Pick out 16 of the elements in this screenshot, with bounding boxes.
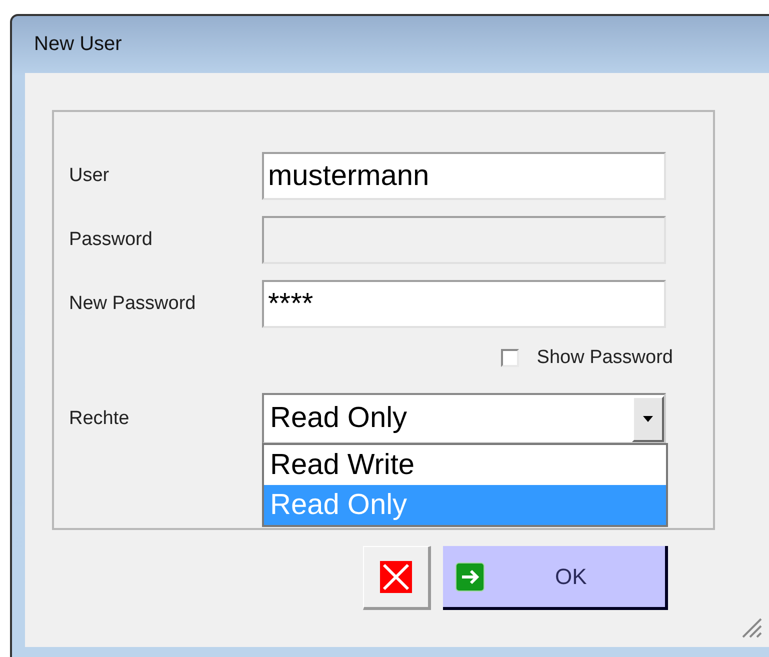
arrow-right-icon [455, 562, 485, 592]
dropdown[interactable]: Read Only [262, 393, 666, 444]
field-label: Password [69, 229, 154, 251]
close-icon [380, 561, 412, 593]
field-label: New Password [69, 293, 197, 315]
field-label: Rechte [69, 408, 130, 430]
ok-button[interactable]: OK [443, 546, 668, 610]
caret-icon [643, 416, 653, 422]
input-field[interactable]: mustermann [262, 152, 666, 200]
input-field[interactable]: **** [262, 280, 666, 328]
field-label: User [69, 165, 110, 187]
dropdown-button[interactable] [632, 396, 664, 442]
window-title: New User [34, 33, 122, 56]
checkbox-label: Show Password [536, 347, 673, 369]
checkbox[interactable] [500, 349, 519, 367]
cancel-button[interactable] [363, 546, 431, 610]
